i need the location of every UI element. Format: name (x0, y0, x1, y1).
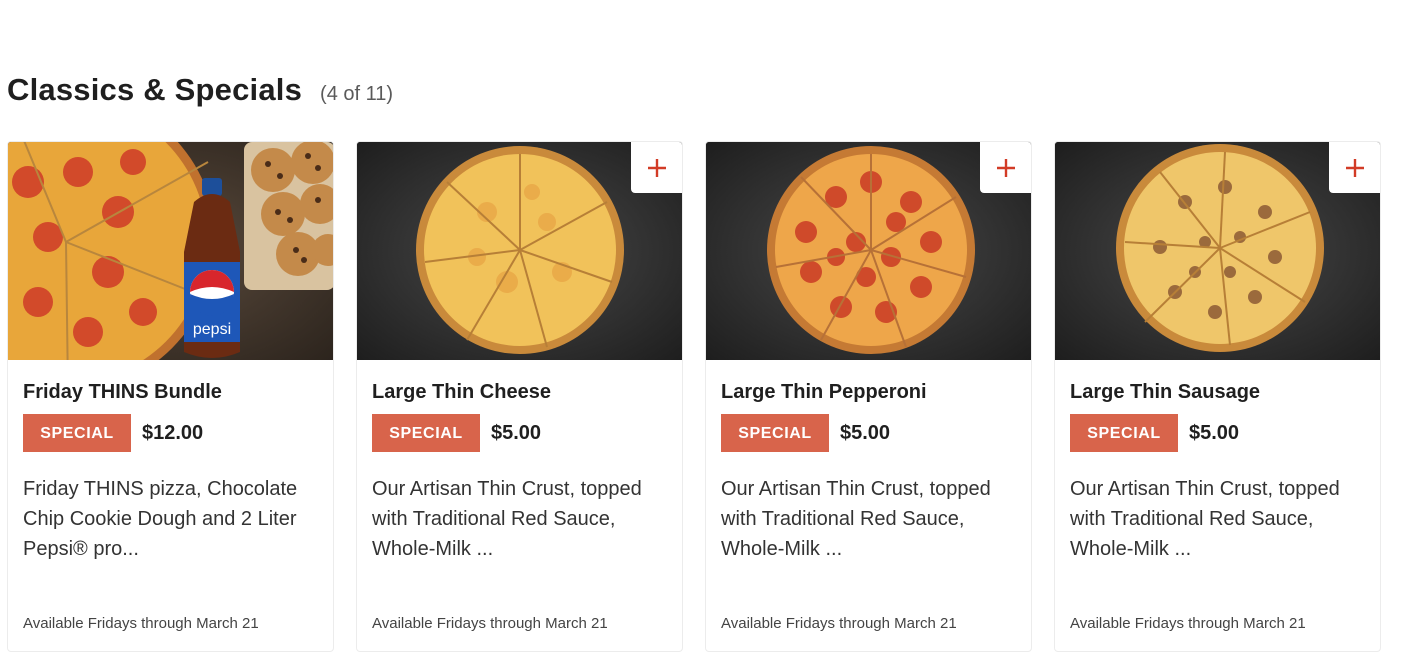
product-card[interactable]: Large Thin Pepperoni SPECIAL $5.00 Our A… (705, 141, 1032, 652)
availability-note: Available Fridays through March 21 (721, 615, 957, 632)
availability-note: Available Fridays through March 21 (23, 615, 259, 632)
product-price: $5.00 (491, 421, 542, 444)
product-card[interactable]: pepsi Friday THINS Bundle SPECIAL $12.00… (7, 141, 334, 652)
product-card-list: pepsi Friday THINS Bundle SPECIAL $12.00… (7, 141, 1381, 652)
special-badge: SPECIAL (1070, 414, 1178, 452)
menu-page: Classics & Specials (4 of 11) pepsi Frid… (0, 0, 1401, 660)
price-row: SPECIAL $5.00 (372, 414, 667, 452)
product-price: $5.00 (1189, 421, 1240, 444)
section-title: Classics & Specials (7, 72, 303, 107)
product-price: $12.00 (142, 421, 204, 444)
product-title[interactable]: Friday THINS Bundle (23, 379, 318, 405)
product-card[interactable]: Large Thin Cheese SPECIAL $5.00 Our Arti… (356, 141, 683, 652)
price-row: SPECIAL $5.00 (721, 414, 1016, 452)
price-row: SPECIAL $5.00 (1070, 414, 1365, 452)
product-description: Our Artisan Thin Crust, topped with Trad… (1070, 478, 1340, 560)
availability-note: Available Fridays through March 21 (1070, 615, 1306, 632)
section-header: Classics & Specials (4 of 11) (7, 72, 393, 108)
price-row: SPECIAL $12.00 (23, 414, 318, 452)
product-description: Our Artisan Thin Crust, topped with Trad… (372, 478, 642, 560)
product-card[interactable]: Large Thin Sausage SPECIAL $5.00 Our Art… (1054, 141, 1381, 652)
product-description: Friday THINS pizza, Chocolate Chip Cooki… (23, 478, 298, 560)
pepperoni-pizza-image (706, 142, 1031, 360)
special-badge: SPECIAL (372, 414, 480, 452)
product-title[interactable]: Large Thin Sausage (1070, 379, 1365, 405)
add-to-cart-button[interactable] (980, 142, 1031, 193)
plus-icon (647, 158, 666, 177)
pizza-bundle-image: pepsi (8, 142, 333, 360)
product-title[interactable]: Large Thin Pepperoni (721, 379, 1016, 405)
pepsi-label: pepsi (193, 321, 231, 338)
plus-icon (996, 158, 1015, 177)
section-item-count: (4 of 11) (320, 83, 394, 105)
cheese-pizza-image (357, 142, 682, 360)
add-to-cart-button[interactable] (1329, 142, 1380, 193)
product-title[interactable]: Large Thin Cheese (372, 379, 667, 405)
product-price: $5.00 (840, 421, 891, 444)
special-badge: SPECIAL (721, 414, 829, 452)
add-to-cart-button[interactable] (631, 142, 682, 193)
sausage-pizza-image (1055, 142, 1380, 360)
product-description: Our Artisan Thin Crust, topped with Trad… (721, 478, 991, 560)
availability-note: Available Fridays through March 21 (372, 615, 608, 632)
plus-icon (1345, 158, 1364, 177)
special-badge: SPECIAL (23, 414, 131, 452)
